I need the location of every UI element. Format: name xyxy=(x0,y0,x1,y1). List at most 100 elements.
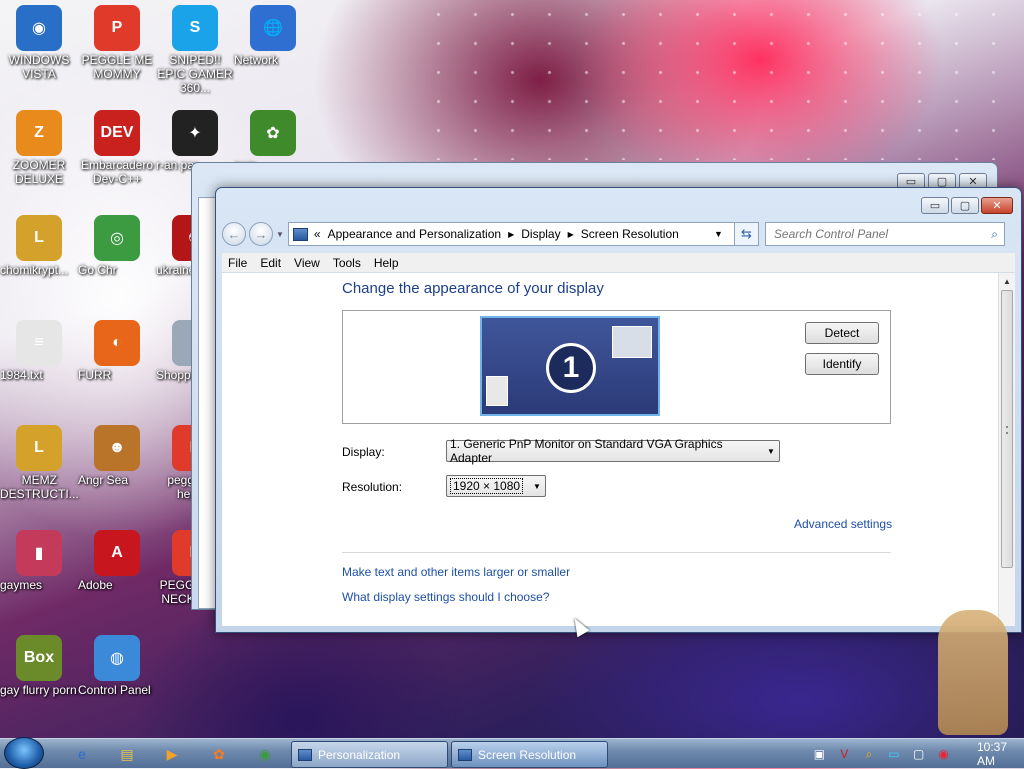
desktop-icon-label: Control Panel xyxy=(78,683,151,697)
text-file-icon: ≡ xyxy=(16,320,62,366)
control-panel-icon xyxy=(292,227,308,241)
desktop-icon[interactable]: ▮ gaymes xyxy=(0,530,78,592)
chrome-icon: ◎ xyxy=(94,215,140,261)
app-icon: ✦ xyxy=(172,110,218,156)
address-overflow[interactable]: « xyxy=(314,227,321,241)
control-panel-icon xyxy=(298,748,312,761)
minimize-button[interactable]: ▭ xyxy=(921,197,949,214)
media-tray-icon[interactable]: ◉ xyxy=(936,746,951,762)
clock[interactable]: 10:37 AM xyxy=(977,740,1024,768)
close-button[interactable]: ✕ xyxy=(981,197,1013,214)
breadcrumb-separator-icon[interactable]: ▶ xyxy=(508,230,514,239)
furr-icon: ◐ xyxy=(94,320,140,366)
desktop-icon[interactable]: ◍ Control Panel xyxy=(78,635,156,697)
address-dropdown-icon[interactable]: ▼ xyxy=(714,229,723,239)
folder-icon[interactable]: ▤ xyxy=(115,743,139,765)
forward-button[interactable]: → xyxy=(249,222,273,246)
chevron-down-icon: ▼ xyxy=(533,481,541,491)
recent-pages-dropdown[interactable]: ▼ xyxy=(276,230,284,239)
gaymes-icon: ▮ xyxy=(16,530,62,576)
breadcrumb-display[interactable]: Display xyxy=(521,227,560,241)
search-tool-icon[interactable]: ⌕ xyxy=(862,746,877,762)
desktop-icon-label: PEGGLE ME MOMMY xyxy=(81,53,153,81)
detect-button[interactable]: Detect xyxy=(805,322,879,344)
desktop-icon[interactable]: S SNIPED!! EPIC GAMER 360... xyxy=(156,5,234,95)
refresh-button[interactable]: ⇆ xyxy=(734,222,759,246)
menu-bar: File Edit View Tools Help xyxy=(222,253,1015,273)
chrome-icon[interactable]: ◉ xyxy=(253,743,277,765)
desktop-icon[interactable]: Z ZOOMER DELUXE xyxy=(0,110,78,186)
display-select-value: 1. Generic PnP Monitor on Standard VGA G… xyxy=(450,437,723,465)
antivirus-icon[interactable]: V xyxy=(837,746,852,762)
media-player-icon[interactable]: ▶ xyxy=(160,743,184,765)
desktop-icon[interactable]: ✿zom xyxy=(234,110,312,172)
taskbar-item-personalization[interactable]: Personalization xyxy=(291,741,448,768)
desktop-icon[interactable]: DEV Embarcadero Dev-C++ xyxy=(78,110,156,186)
menu-file[interactable]: File xyxy=(228,256,247,270)
search-input[interactable] xyxy=(771,226,992,242)
breadcrumb-appearance[interactable]: Appearance and Personalization xyxy=(328,227,501,241)
start-button[interactable] xyxy=(4,737,44,769)
zoomer-icon: Z xyxy=(16,110,62,156)
navigation-bar: ← → ▼ « Appearance and Personalization ▶… xyxy=(222,219,1015,249)
windows-vista-icon: ◉ xyxy=(16,5,62,51)
desktop-icon[interactable]: P PEGGLE ME MOMMY xyxy=(78,5,156,81)
desktop-icon-label: ukraine xyxy=(156,263,196,277)
monitor-preview-box: 1 Detect Identify xyxy=(342,310,891,424)
advanced-settings-link[interactable]: Advanced settings xyxy=(794,517,892,531)
scroll-up-icon[interactable]: ▲ xyxy=(999,273,1015,290)
desktop-icon[interactable]: ☻ Angr Sea xyxy=(78,425,156,487)
menu-help[interactable]: Help xyxy=(374,256,399,270)
adobe-icon: A xyxy=(94,530,140,576)
resolution-select[interactable]: 1920 × 1080 ▼ xyxy=(446,475,546,497)
desktop-icon-label: MEMZ DESTRUCTI... xyxy=(0,473,79,501)
desktop-icon-label: Embarcadero Dev-C++ xyxy=(80,158,154,186)
vertical-scrollbar[interactable]: ▲ xyxy=(998,273,1015,626)
paint-icon[interactable]: ✿ xyxy=(207,743,231,765)
zom-icon: ✿ xyxy=(250,110,296,156)
desktop-icon-label: WINDOWS VISTA xyxy=(8,53,70,81)
desktop-icon-label: ZOOMER DELUXE xyxy=(12,158,66,186)
breadcrumb-separator-icon[interactable]: ▶ xyxy=(568,230,574,239)
display-help-link[interactable]: What display settings should I choose? xyxy=(342,590,549,604)
identify-button[interactable]: Identify xyxy=(805,353,879,375)
desktop-icon[interactable]: ≡ 1984.txt xyxy=(0,320,78,382)
search-icon[interactable]: ⌕ xyxy=(991,227,998,242)
memz-icon: L xyxy=(16,425,62,471)
tray-app-icon[interactable]: ▣ xyxy=(812,746,827,762)
maximize-button[interactable]: ▢ xyxy=(951,197,979,214)
breadcrumb-screen-resolution[interactable]: Screen Resolution xyxy=(581,227,679,241)
taskbar-item-screen-resolution[interactable]: Screen Resolution xyxy=(451,741,608,768)
control-panel-icon xyxy=(458,748,472,761)
network-icon[interactable]: ▢ xyxy=(911,746,926,762)
display-label: Display: xyxy=(342,445,385,459)
desktop-icon[interactable]: ◐ FURR xyxy=(78,320,156,382)
menu-view[interactable]: View xyxy=(294,256,320,270)
desktop-icon[interactable]: Lchomikrypt... xyxy=(0,215,78,277)
display-select[interactable]: 1. Generic PnP Monitor on Standard VGA G… xyxy=(446,437,780,465)
desktop-icon[interactable]: ◉ WINDOWS VISTA xyxy=(0,5,78,81)
text-size-link[interactable]: Make text and other items larger or smal… xyxy=(342,565,570,579)
desktop-icon[interactable]: Box gay flurry porn xyxy=(0,635,78,697)
desktop-icon[interactable]: ✦ r-an par xyxy=(156,110,234,172)
desktop-icon[interactable]: 🌐 Network xyxy=(234,5,312,67)
menu-edit[interactable]: Edit xyxy=(260,256,281,270)
internet-explorer-icon[interactable]: e xyxy=(70,743,94,765)
angry-icon: ☻ xyxy=(94,425,140,471)
search-box[interactable]: ⌕ xyxy=(764,222,1005,246)
page-title: Change the appearance of your display xyxy=(342,280,604,297)
monitor-1-preview[interactable]: 1 xyxy=(480,316,660,416)
desktop-icon[interactable]: A Adobe xyxy=(78,530,156,592)
display-tray-icon[interactable]: ▭ xyxy=(886,746,901,762)
desktop-icon-label: Go Chr xyxy=(78,263,117,277)
network-icon: 🌐 xyxy=(250,5,296,51)
screen-resolution-window[interactable]: ▭ ▢ ✕ ← → ▼ « Appearance and Personaliza… xyxy=(215,187,1022,633)
desktop-icon[interactable]: ◎ Go Chr xyxy=(78,215,156,277)
dev-cpp-icon: DEV xyxy=(94,110,140,156)
back-button[interactable]: ← xyxy=(222,222,246,246)
monitor-number: 1 xyxy=(546,343,596,393)
scrollbar-thumb[interactable] xyxy=(1001,290,1013,568)
menu-tools[interactable]: Tools xyxy=(333,256,361,270)
desktop-icon[interactable]: L MEMZ DESTRUCTI... xyxy=(0,425,79,501)
address-bar[interactable]: « Appearance and Personalization ▶ Displ… xyxy=(287,222,735,246)
